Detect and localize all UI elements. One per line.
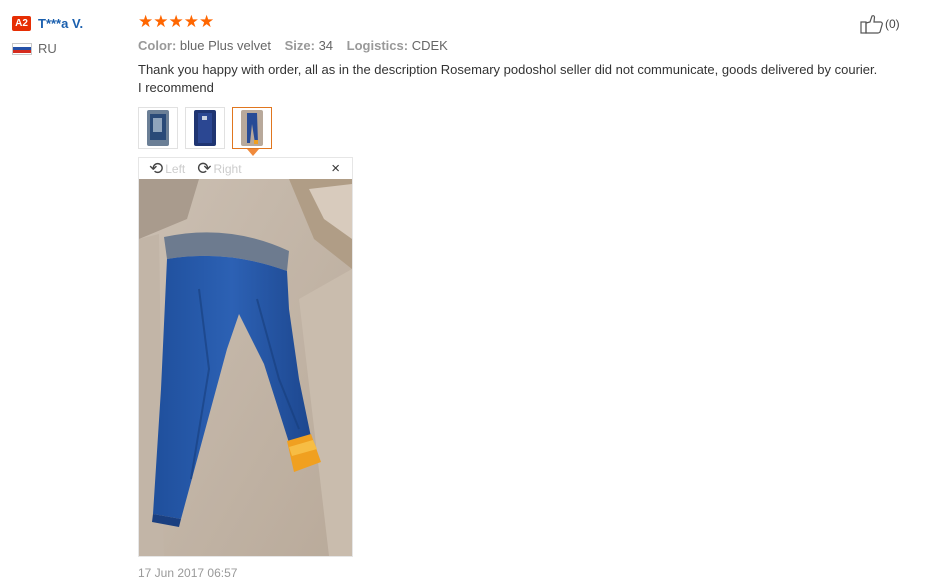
review-photo-jeans[interactable] [139, 179, 352, 556]
star-icon: ★ [183, 11, 199, 31]
reviewer-info: A2 T***a V. RU [12, 14, 122, 56]
color-key: Color: [138, 38, 177, 53]
country-code: RU [38, 41, 57, 56]
star-rating: ★ ★ ★ ★ ★ [138, 12, 898, 30]
photo-thumbnail-selected[interactable] [232, 107, 272, 156]
thumbs-up-icon [860, 15, 883, 34]
rotate-right-icon: ⟳ [197, 159, 212, 178]
reviewer-header: A2 T***a V. [12, 14, 122, 32]
rotate-right-label: Right [213, 161, 242, 176]
rotate-right-button[interactable]: ⟳ Right [197, 160, 241, 177]
rotate-left-label: Left [165, 161, 186, 176]
russia-flag-icon [12, 42, 32, 55]
logistics-key: Logistics: [346, 38, 409, 53]
size-value: 34 [318, 38, 334, 53]
helpful-count: (0) [885, 17, 900, 31]
jeans-photo-thumbnail-1 [147, 110, 169, 146]
reviewer-country: RU [12, 41, 122, 56]
rotate-left-button[interactable]: ⟲ Left [149, 160, 185, 177]
star-icon: ★ [138, 11, 154, 31]
photo-thumbnail[interactable] [138, 107, 178, 149]
star-icon: ★ [168, 11, 184, 31]
size-key: Size: [284, 38, 315, 53]
rotate-left-icon: ⟲ [149, 159, 164, 178]
buyer-level-badge: A2 [12, 15, 31, 31]
review-text: Thank you happy with order, all as in th… [138, 62, 878, 95]
color-value: blue Plus velvet [179, 38, 271, 53]
star-icon: ★ [153, 11, 169, 31]
selected-pointer [247, 149, 259, 156]
close-viewer-button[interactable]: × [331, 161, 340, 176]
photo-viewer: ⟲ Left ⟳ Right × [138, 157, 353, 557]
reviewer-name[interactable]: T***a V. [38, 16, 83, 31]
review-photo-thumbnails [138, 107, 898, 156]
photo-viewer-toolbar: ⟲ Left ⟳ Right × [139, 158, 352, 179]
jeans-photo-thumbnail-2 [194, 110, 216, 146]
helpful-vote-button[interactable]: (0) [860, 14, 900, 34]
review-date: 17 Jun 2017 06:57 [138, 566, 238, 580]
review-content: ★ ★ ★ ★ ★ Color: blue Plus velvet Size: … [138, 12, 898, 557]
photo-thumbnail[interactable] [185, 107, 225, 149]
jeans-photo-thumbnail-3 [241, 110, 263, 146]
order-attributes: Color: blue Plus velvet Size: 34 Logisti… [138, 38, 898, 53]
logistics-value: CDEK [411, 38, 448, 53]
star-icon: ★ [199, 11, 215, 31]
